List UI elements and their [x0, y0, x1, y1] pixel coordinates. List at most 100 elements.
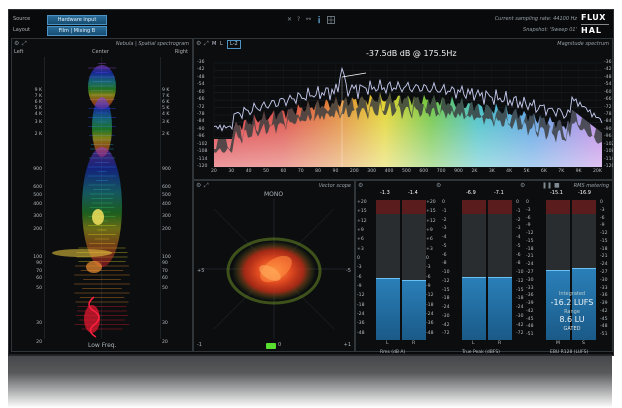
meter-scale-tick: +15	[426, 209, 436, 215]
freq-tick: 300	[162, 214, 171, 219]
meter-scale-tick: -6	[442, 252, 447, 258]
freq-tick: 600	[162, 185, 171, 190]
meter-scale-tick: +12	[357, 218, 367, 224]
meter-scale-tick: 0	[442, 200, 445, 205]
layout-select[interactable]: Film | Mixing B	[47, 26, 107, 36]
freq-tick: 2 K	[162, 132, 170, 137]
magnitude-plot	[213, 62, 603, 168]
meter-scale-tick: -6	[426, 274, 431, 280]
meter-scale-tick: -3	[357, 265, 362, 271]
magnitude-x-tick: 2K	[471, 169, 478, 174]
freq-tick: 900	[33, 167, 42, 172]
peak-value-right: -1.4	[408, 190, 418, 196]
meter-scale-tick: -12	[357, 293, 365, 299]
low-freq-label: Low Freq.	[88, 342, 117, 349]
magnitude-y-tick: -60	[197, 89, 205, 95]
help-icon[interactable]: ?	[297, 17, 300, 23]
center-toolbar: ✕ ? ⚯	[287, 16, 357, 25]
meter-scale-tick: -12	[426, 293, 434, 299]
grid-icon[interactable]	[327, 16, 335, 26]
meter-scale-tick: +20	[357, 200, 367, 205]
magnitude-y-tick: -120	[604, 164, 614, 169]
channel-label: S	[582, 341, 585, 346]
integrated-value: -16.2 LUFS	[550, 298, 594, 307]
magnitude-y-tick: -42	[197, 67, 205, 73]
magnitude-x-tick: 900	[454, 169, 463, 174]
magnitude-x-tick: 20K	[593, 169, 602, 174]
meter-scale-tick: 0	[526, 200, 529, 205]
meter-scale-tick: -48	[526, 324, 534, 330]
meter-scale-tick: -3	[442, 226, 447, 232]
meter-scale-tick: -10	[442, 270, 450, 275]
meter-scale-tick: -9	[600, 223, 605, 229]
peak-value-left: -15.1	[550, 190, 563, 196]
settings-icon[interactable]: ⚙	[358, 183, 363, 189]
info-icon[interactable]	[316, 16, 322, 24]
magnitude-x-tick: 4K	[506, 169, 513, 174]
meter-scale-tick: -30	[442, 313, 450, 319]
meter-scale-tick: -30	[526, 277, 534, 283]
meter-scale-tick: -27	[600, 270, 608, 275]
magnitude-y-tick: -120	[197, 164, 208, 169]
pause-icon[interactable]: ❚❚	[542, 183, 552, 189]
freq-tick: 400	[162, 202, 171, 207]
gated-label: GATED	[563, 326, 581, 332]
meter-scale-tick: -36	[526, 293, 534, 299]
freq-tick: 90	[36, 261, 42, 266]
freq-tick: 6 K	[34, 100, 42, 105]
link-icon[interactable]: ⚯	[306, 17, 311, 23]
freq-tick: 200	[162, 227, 171, 232]
freq-tick: 60	[36, 276, 42, 281]
settings-icon[interactable]: ⚙	[520, 183, 525, 189]
meter-bar-right	[488, 200, 512, 340]
meter-peak-zone	[488, 200, 512, 214]
meter-scale-tick: -72	[516, 331, 524, 337]
channel-label: R	[498, 341, 502, 346]
meter-scale-tick: -24	[442, 305, 450, 310]
expand-icon[interactable]: ⤢	[22, 41, 27, 47]
magnitude-y-tick: -66	[197, 97, 205, 103]
magnitude-x-tick: 7K	[558, 169, 565, 174]
spectrogram-streak	[77, 306, 127, 307]
magnitude-y-tick: -48	[604, 74, 612, 80]
meter-scale-tick: -27	[526, 270, 534, 275]
settings-icon[interactable]: ⚙	[14, 41, 19, 47]
peak-value-left: -1.3	[380, 190, 390, 196]
meter-scale-tick: -12	[526, 231, 534, 237]
meter-scale-tick: -8	[516, 261, 521, 267]
magnitude-y-tick: -48	[197, 74, 205, 80]
spectrogram-streak	[75, 315, 129, 316]
meter-scale-tick: -3	[526, 207, 531, 213]
meter-scale-tick: -21	[600, 254, 608, 260]
left-label: Left	[14, 49, 24, 55]
meter-scale-tick: -36	[357, 321, 365, 327]
stop-icon[interactable]: ■	[554, 183, 560, 189]
sampling-rate: Current sampling rate: 44100 Hz	[494, 16, 577, 22]
close-icon[interactable]: ✕	[287, 17, 292, 23]
vector-scope-panel: ⚙ ⤢ Vector scope MONO +5 -5 -1 0 +1	[193, 180, 355, 352]
range-value: 8.6 LU	[559, 315, 585, 324]
meter-scale-tick: -1	[516, 208, 521, 214]
peak-value-right: -7.1	[494, 190, 504, 196]
meter-scale-tick: 0	[516, 200, 519, 205]
magnitude-y-tick: -114	[197, 156, 208, 162]
meter-scale-tick: -6	[526, 215, 531, 221]
magnitude-y-tick: -90	[604, 126, 612, 132]
window-reflection	[8, 354, 612, 408]
magnitude-y-tick: -84	[197, 119, 205, 125]
magnitude-y-tick: -102	[197, 141, 208, 147]
magnitude-y-tick: -36	[604, 60, 612, 65]
settings-icon[interactable]: ⚙	[436, 183, 441, 189]
scope-bottom-center: 0	[278, 342, 282, 348]
meter-scale-tick: -9	[526, 223, 531, 229]
spectrogram-streak	[82, 288, 122, 289]
meter-fill	[488, 277, 512, 340]
freq-tick: 6 K	[162, 100, 170, 105]
magnitude-x-tick: 30	[228, 169, 235, 174]
magnitude-y-tick: -96	[604, 134, 612, 140]
source-select[interactable]: Hardware input	[47, 15, 107, 25]
freq-tick: 5 K	[34, 106, 42, 111]
magnitude-panel: ⚙ ⤢ M L L-2 Magnitude spectrum -37.5dB d…	[193, 38, 613, 180]
meter-scale-tick: -12	[442, 278, 450, 284]
meter-scale-tick: -18	[516, 296, 524, 302]
